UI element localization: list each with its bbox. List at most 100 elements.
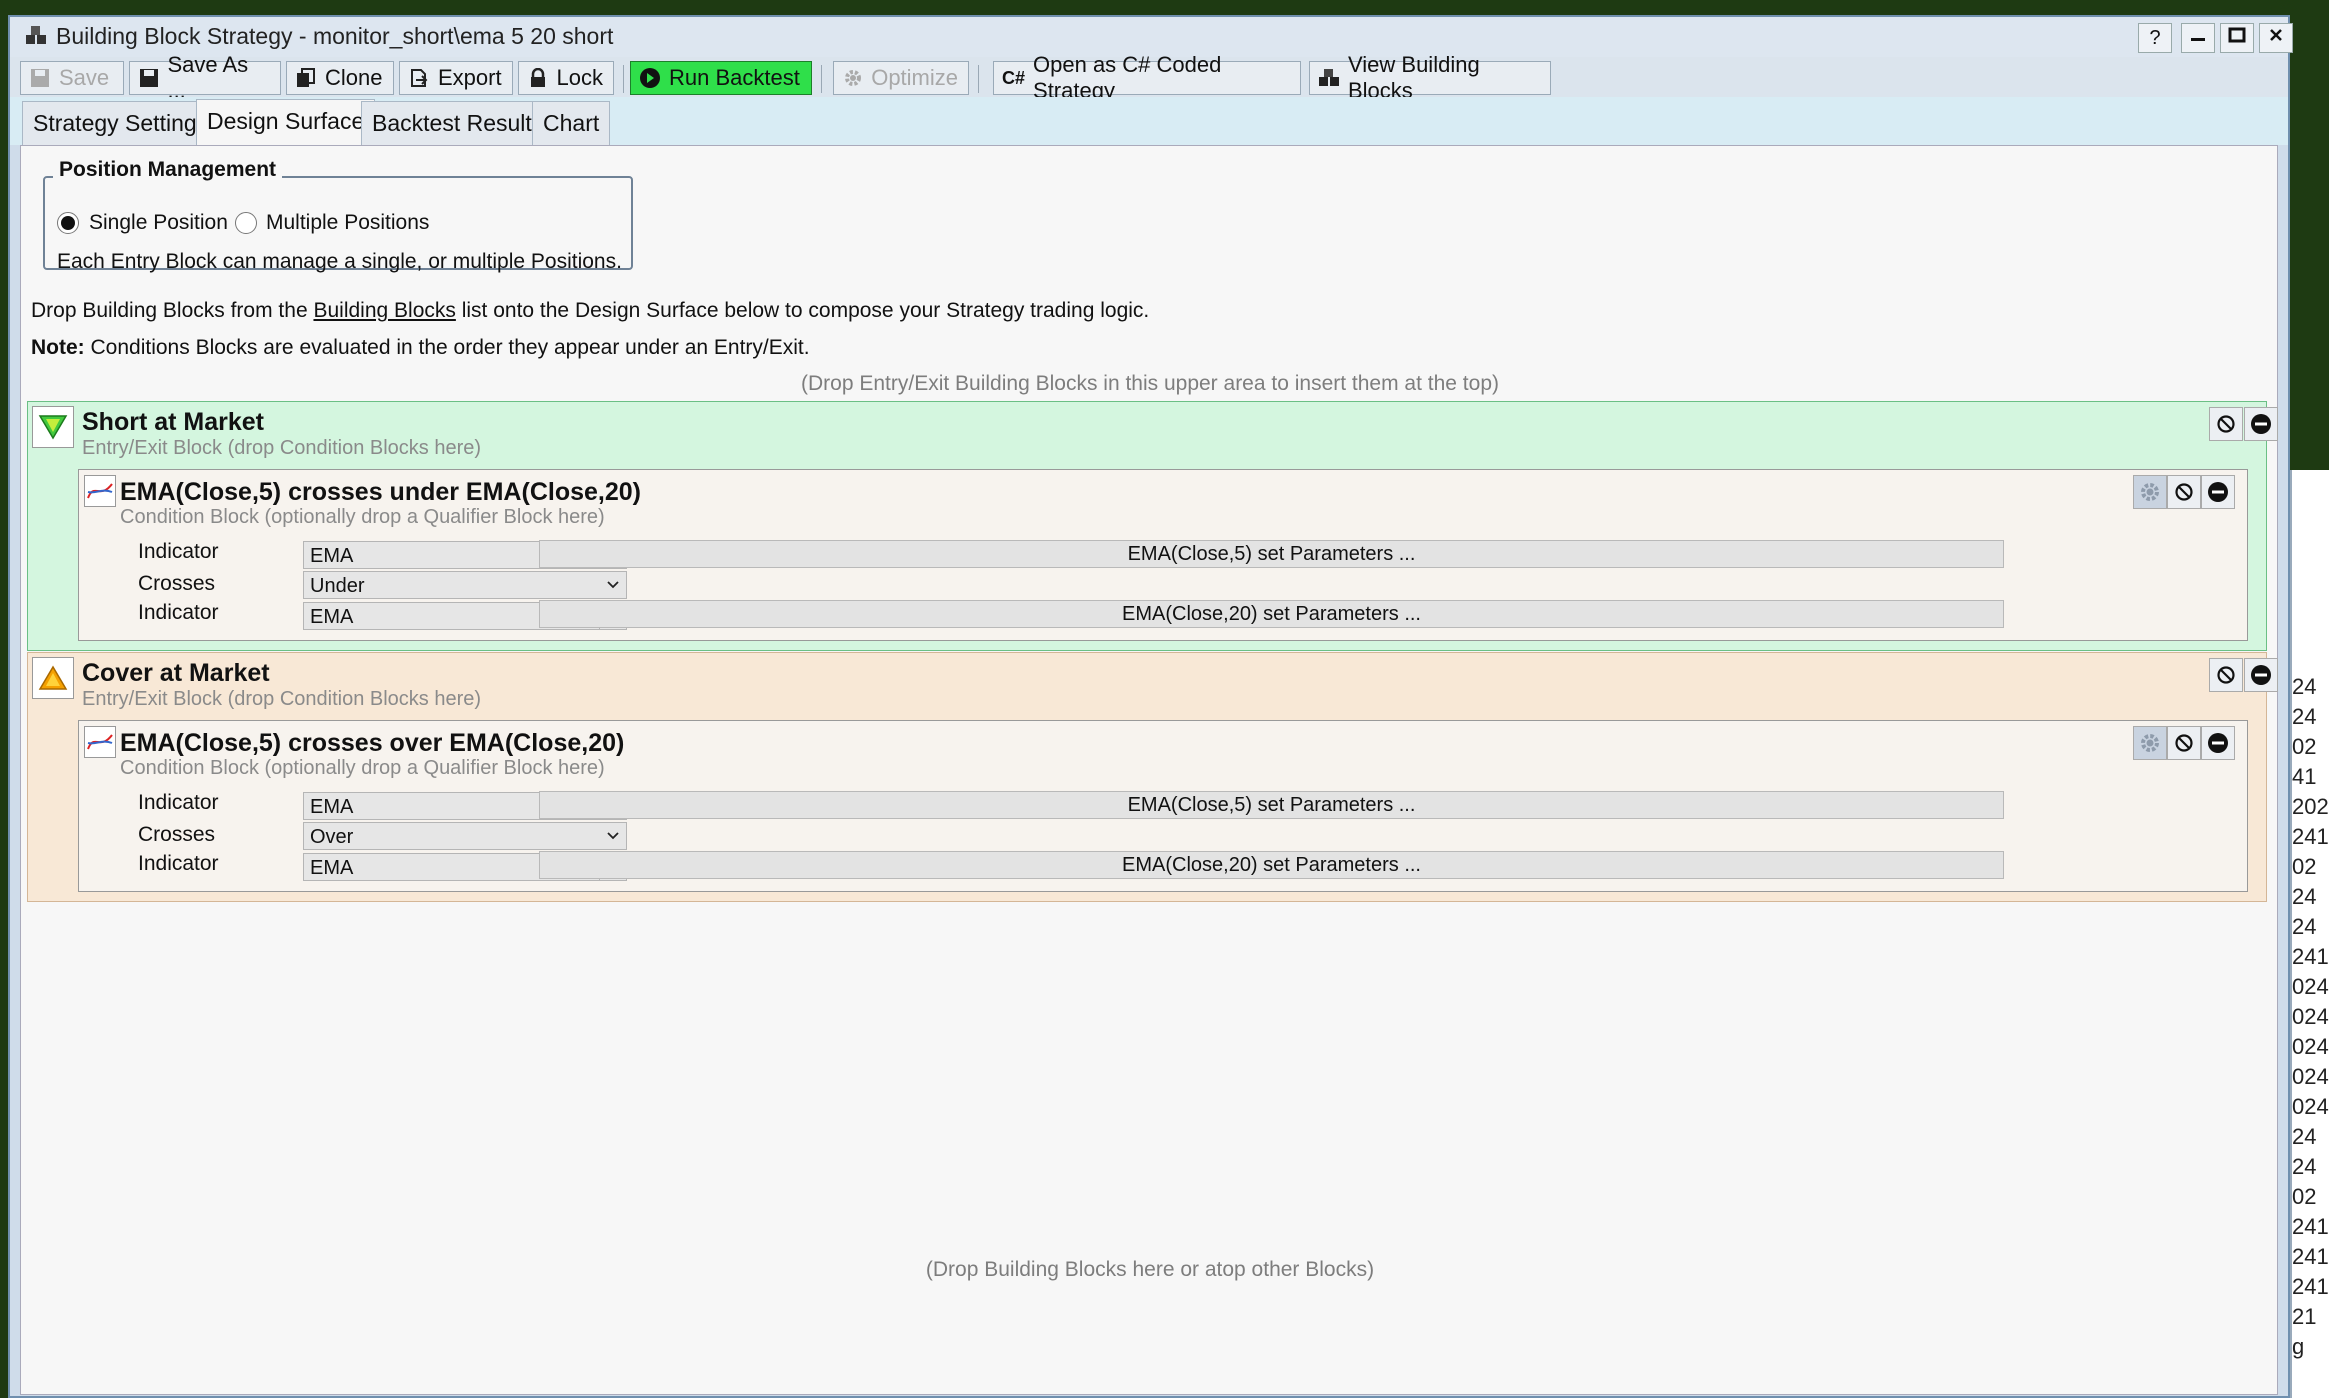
single-position-radio[interactable] (57, 212, 79, 234)
remove-icon (2251, 665, 2271, 685)
building-blocks-icon (1318, 67, 1340, 89)
indicator-value: EMA (310, 606, 354, 628)
background-text-fragment: 241 (2292, 1214, 2329, 1239)
title-bar[interactable]: Building Block Strategy - monitor_short\… (10, 17, 2293, 57)
background-text-fragment: 24 (2292, 884, 2317, 909)
note-line: Note: Conditions Blocks are evaluated in… (31, 336, 810, 360)
background-text-fragment: 024 (2292, 1034, 2329, 1059)
block-subtitle: Entry/Exit Block (drop Condition Blocks … (82, 437, 482, 459)
indicator-value: EMA (310, 857, 354, 879)
condition-block[interactable]: EMA(Close,5) crosses under EMA(Close,20)… (78, 469, 2248, 641)
condition-subtitle: Condition Block (optionally drop a Quali… (120, 506, 605, 528)
entry-block-cover[interactable]: Cover at Market Entry/Exit Block (drop C… (27, 652, 2278, 902)
set-parameters-button[interactable]: EMA(Close,20) set Parameters ... (539, 600, 2004, 628)
maximize-button[interactable] (2220, 23, 2254, 53)
cover-arrow-icon (32, 657, 74, 699)
copy-icon (295, 67, 317, 89)
tab-backtest-results[interactable]: Backtest Results (361, 101, 555, 145)
multiple-positions-label: Multiple Positions (266, 211, 430, 234)
lock-button[interactable]: Lock (518, 61, 614, 95)
background-text-fragment: 024 (2292, 974, 2329, 999)
play-icon (639, 67, 661, 89)
disable-icon (2175, 734, 2193, 752)
instructions-text: Drop Building Blocks from the (31, 299, 314, 322)
set-parameters-button[interactable]: EMA(Close,5) set Parameters ... (539, 540, 2004, 568)
tab-chart[interactable]: Chart (532, 101, 611, 145)
tab-strategy-settings[interactable]: Strategy Settings (22, 101, 220, 145)
indicator-label: Indicator (138, 852, 219, 875)
settings-button[interactable] (2133, 475, 2167, 509)
disable-button[interactable] (2167, 726, 2201, 760)
crosses-value: Under (310, 575, 365, 597)
background-text-fragment: 024 (2292, 1094, 2329, 1119)
minimize-button[interactable] (2181, 23, 2215, 53)
run-backtest-button[interactable]: Run Backtest (630, 61, 812, 95)
condition-block[interactable]: EMA(Close,5) crosses over EMA(Close,20) … (78, 720, 2248, 892)
background-text-fragment: 241 (2292, 824, 2329, 849)
save-as-button[interactable]: Save As ... (129, 52, 281, 103)
remove-button[interactable] (2244, 407, 2278, 441)
crosses-value: Over (310, 826, 354, 848)
view-building-blocks-button[interactable]: View Building Blocks (1309, 52, 1551, 103)
open-csharp-button[interactable]: C# Open as C# Coded Strategy (993, 52, 1301, 103)
background-text-fragment: 24 (2292, 674, 2317, 699)
condition-title: EMA(Close,5) crosses over EMA(Close,20) (120, 729, 625, 757)
clone-button[interactable]: Clone (286, 61, 394, 95)
indicator-label: Indicator (138, 601, 219, 624)
entry-block-short[interactable]: Short at Market Entry/Exit Block (drop C… (27, 401, 2278, 651)
remove-icon (2208, 733, 2228, 753)
disable-button[interactable] (2209, 658, 2243, 692)
crossover-chart-icon (84, 726, 116, 758)
background-text-fragment: 241 (2292, 1274, 2329, 1299)
crosses-select[interactable]: Over (303, 822, 627, 850)
indicator-value: EMA (310, 796, 354, 818)
background-text-fragment: 41 (2292, 764, 2317, 789)
design-surface[interactable]: Position Management Single Position Mult… (20, 145, 2278, 1395)
toolbar-separator (623, 65, 624, 93)
background-text-fragment: 02 (2292, 734, 2317, 759)
lock-icon (527, 67, 549, 89)
building-blocks-link[interactable]: Building Blocks (313, 299, 455, 322)
tab-strip: Strategy Settings Design Surface Backtes… (10, 97, 2288, 145)
background-text-fragment: 024 (2292, 1064, 2329, 1089)
save-button[interactable]: Save (20, 61, 124, 95)
disable-button[interactable] (2209, 407, 2243, 441)
export-button[interactable]: Export (399, 61, 513, 95)
disable-icon (2217, 415, 2235, 433)
background-text-fragment: g (2292, 1334, 2305, 1359)
disable-button[interactable] (2167, 475, 2201, 509)
instructions-line: Drop Building Blocks from the Building B… (31, 299, 1149, 323)
settings-button[interactable] (2133, 726, 2167, 760)
optimize-button[interactable]: Optimize (833, 61, 969, 95)
indicator-value: EMA (310, 545, 354, 567)
remove-button[interactable] (2244, 658, 2278, 692)
single-position-label: Single Position (89, 211, 228, 234)
background-text-fragment: 02 (2292, 854, 2317, 879)
background-text-fragment: 24 (2292, 1124, 2317, 1149)
help-button[interactable]: ? (2138, 23, 2172, 53)
remove-button[interactable] (2201, 475, 2235, 509)
set-parameters-button[interactable]: EMA(Close,5) set Parameters ... (539, 791, 2004, 819)
short-arrow-icon (32, 406, 74, 448)
optimize-label: Optimize (871, 65, 958, 90)
close-icon (2270, 29, 2282, 41)
chevron-down-icon (600, 572, 626, 598)
save-label: Save (59, 65, 110, 90)
drop-top-hint: (Drop Entry/Exit Building Blocks in this… (801, 372, 1499, 395)
toolbar-separator (821, 65, 822, 93)
remove-icon (2251, 414, 2271, 434)
remove-button[interactable] (2201, 726, 2235, 760)
disable-icon (2217, 666, 2235, 684)
background-text-fragment: 241 (2292, 944, 2329, 969)
background-text-fragment: 241 (2292, 1244, 2329, 1269)
crosses-select[interactable]: Under (303, 571, 627, 599)
close-button[interactable] (2259, 23, 2293, 53)
set-parameters-button[interactable]: EMA(Close,20) set Parameters ... (539, 851, 2004, 879)
run-backtest-label: Run Backtest (669, 65, 800, 90)
background-text-fragment: 21 (2292, 1304, 2317, 1329)
gear-icon (2141, 734, 2159, 752)
background-text-fragment: 202 (2292, 794, 2329, 819)
floppy-disk-icon (138, 67, 159, 89)
multiple-positions-radio[interactable] (235, 212, 257, 234)
tab-design-surface[interactable]: Design Surface (196, 99, 376, 145)
